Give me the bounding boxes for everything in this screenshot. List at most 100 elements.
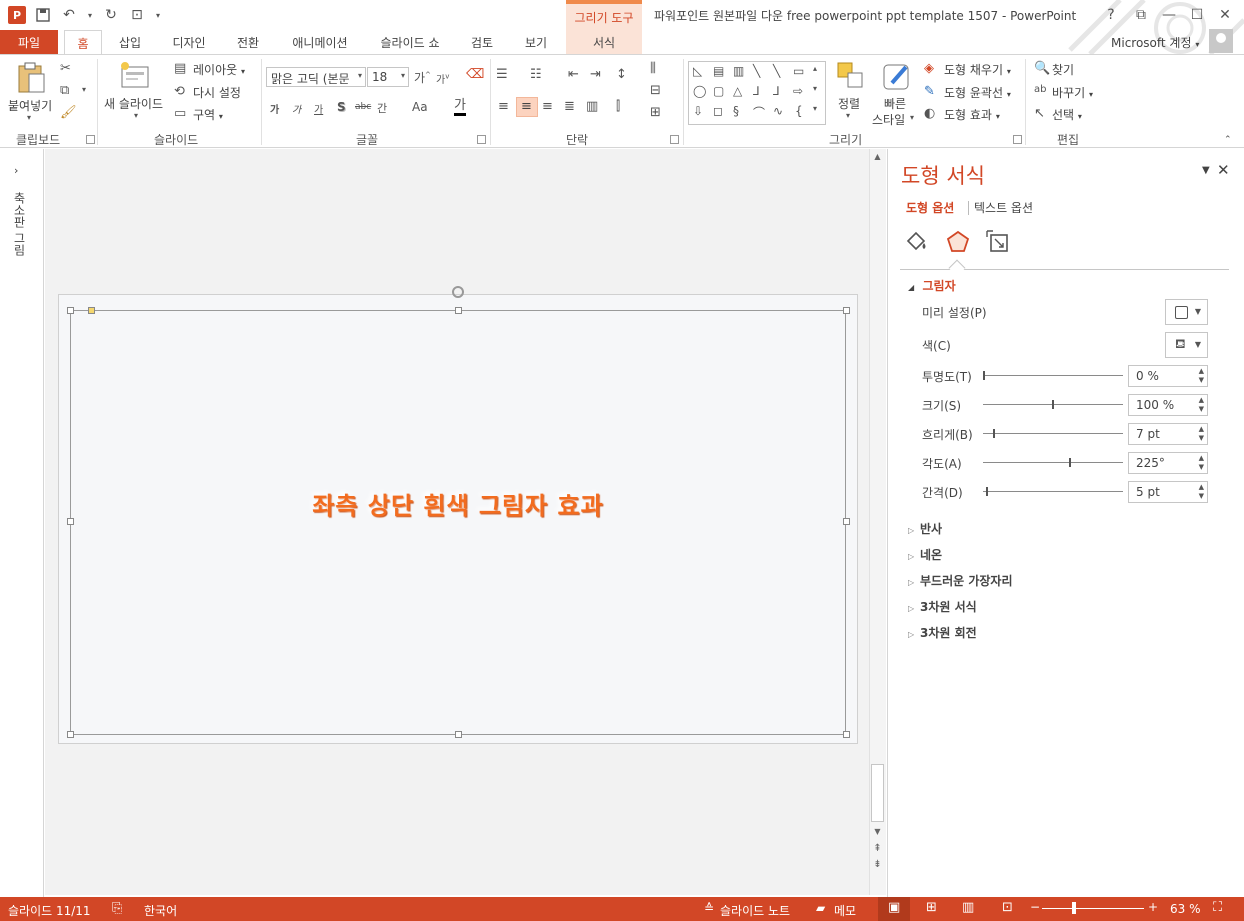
shape-right-arrow-icon[interactable]: ⇨ (793, 84, 803, 98)
expand-thumbnails-icon[interactable]: › (14, 164, 18, 177)
font-launcher-icon[interactable] (477, 135, 486, 144)
quick-styles-icon[interactable] (882, 61, 914, 93)
distance-slider-thumb[interactable] (986, 487, 989, 496)
tab-animations[interactable]: 애니메이션 (282, 30, 358, 54)
ribbon-display-options-icon[interactable]: ⧉ (1130, 4, 1152, 26)
new-slide-button[interactable]: 새 슬라이드 (104, 95, 163, 112)
shape-textbox-icon[interactable]: ▤ (713, 64, 724, 78)
previous-slide-icon[interactable]: ⇞ (871, 843, 884, 854)
resize-handle-bottom-left[interactable] (67, 731, 74, 738)
find-button[interactable]: 찾기 (1052, 61, 1074, 78)
italic-icon[interactable]: 가 (292, 101, 301, 116)
transparency-slider[interactable] (983, 375, 1123, 376)
shape-down-arrow-icon[interactable]: ⇩ (693, 104, 703, 118)
paste-button[interactable]: 붙여넣기 (8, 97, 52, 114)
minimize-icon[interactable]: — (1158, 4, 1180, 26)
shape-isosceles-triangle-icon[interactable]: △ (733, 84, 742, 98)
collapse-ribbon-icon[interactable]: ⌃ (1224, 135, 1232, 145)
tab-transitions[interactable]: 전환 (228, 30, 268, 54)
columns-icon[interactable]: ⫿ (616, 99, 620, 114)
adjustment-handle[interactable] (88, 307, 95, 314)
notes-icon[interactable]: ≙ (704, 901, 714, 915)
section-button[interactable]: 구역 ▾ (193, 106, 223, 123)
tab-shape-options[interactable]: 도형 옵션 (906, 199, 954, 216)
find-icon[interactable]: 🔍 (1034, 61, 1050, 76)
distance-slider[interactable] (983, 491, 1123, 492)
shape-vertical-textbox-icon[interactable]: ▥ (733, 64, 744, 78)
shape-arc-icon[interactable]: ⌒ (753, 104, 765, 121)
section-3d-format[interactable]: ▷ 3차원 서식 (908, 598, 977, 615)
shape-rounded-rect-icon[interactable]: ▢ (713, 84, 724, 98)
preset-dropdown[interactable]: ▼ (1165, 299, 1208, 325)
resize-handle-top-right[interactable] (843, 307, 850, 314)
customize-toolbar-icon[interactable]: ▾ (154, 6, 162, 24)
blur-spinner[interactable]: 7 pt ▲ ▼ (1128, 423, 1208, 445)
powerpoint-logo-icon[interactable]: P (8, 6, 26, 24)
layout-icon[interactable]: ▤ (174, 61, 186, 76)
justify-icon[interactable]: ≣ (564, 99, 575, 114)
transparency-spinner[interactable]: 0 % ▲ ▼ (1128, 365, 1208, 387)
fill-line-icon[interactable] (904, 229, 930, 255)
tab-format[interactable]: 서식 (566, 30, 642, 54)
underline-icon[interactable]: 가 (314, 101, 323, 116)
undo-dropdown-icon[interactable]: ▾ (86, 6, 94, 24)
align-text-icon[interactable]: ⊟ (650, 83, 661, 98)
blur-slider-thumb[interactable] (992, 429, 995, 438)
select-icon[interactable]: ↖ (1034, 106, 1045, 121)
shape-triangle-icon[interactable]: ◺ (693, 64, 702, 78)
decrease-indent-icon[interactable]: ⇤ (568, 67, 579, 82)
shape-line-2-icon[interactable]: ╲ (773, 64, 780, 78)
spinner-arrows-icon[interactable]: ▲ ▼ (1199, 367, 1204, 385)
section-reflection[interactable]: ▷ 반사 (908, 520, 942, 537)
arrange-dropdown-icon[interactable]: ▾ (846, 111, 850, 120)
slideshow-view-icon[interactable]: ⊡ (1002, 900, 1013, 915)
align-left-icon[interactable]: ≡ (498, 99, 509, 114)
paste-dropdown-icon[interactable]: ▾ (27, 113, 31, 122)
shape-fill-icon[interactable]: ◈ (924, 61, 934, 76)
clear-formatting-icon[interactable]: ⌫ (466, 67, 484, 82)
resize-handle-top[interactable] (455, 307, 462, 314)
new-slide-dropdown-icon[interactable]: ▾ (134, 111, 138, 120)
reset-button[interactable]: 다시 설정 (193, 84, 241, 101)
scrollbar-thumb[interactable] (871, 764, 884, 822)
shape-effects-button[interactable]: 도형 효과 ▾ (944, 106, 1000, 123)
resize-handle-bottom[interactable] (455, 731, 462, 738)
shape-elbow-2-icon[interactable]: ⅃ (773, 84, 780, 98)
reset-icon[interactable]: ⟲ (174, 84, 185, 99)
text-shadow-icon[interactable]: S (337, 100, 346, 114)
shapes-gallery[interactable]: ◺ ▤ ▥ ╲ ╲ ▭ ◯ ▢ △ ⅃ ⅃ ⇨ ⇩ ◻ § ⌒ ∿ { ▴ ▾ … (688, 61, 826, 125)
spinner-arrows-icon[interactable]: ▲ ▼ (1199, 396, 1204, 414)
account-menu[interactable]: Microsoft 계정 ▾ (1111, 34, 1199, 51)
selected-textbox[interactable] (70, 310, 846, 735)
align-center-button[interactable]: ≡ (516, 97, 538, 117)
section-3d-rotation[interactable]: ▷ 3차원 회전 (908, 624, 977, 641)
zoom-slider[interactable] (1042, 908, 1144, 909)
tab-file[interactable]: 파일 (0, 30, 58, 54)
undo-icon[interactable]: ↶ (60, 6, 78, 24)
redo-icon[interactable]: ↻ (102, 6, 120, 24)
paste-icon[interactable] (16, 61, 48, 93)
close-window-icon[interactable]: ✕ (1214, 4, 1236, 26)
gallery-scroll-down-icon[interactable]: ▾ (813, 84, 817, 93)
format-painter-icon[interactable]: 🖌 (60, 105, 77, 120)
font-name-select[interactable]: 맑은 고딕 (본문 ▾ (266, 67, 366, 87)
spinner-arrows-icon[interactable]: ▲ ▼ (1199, 483, 1204, 501)
section-icon[interactable]: ▭ (174, 106, 186, 121)
maximize-icon[interactable]: ☐ (1186, 4, 1208, 26)
zoom-slider-thumb[interactable] (1072, 902, 1076, 914)
character-spacing-icon[interactable]: 간 (377, 100, 387, 116)
shape-curve-icon[interactable]: ∿ (773, 104, 783, 118)
shape-line-icon[interactable]: ╲ (753, 64, 760, 78)
tab-review[interactable]: 검토 (462, 30, 502, 54)
replace-icon[interactable]: ab (1034, 84, 1046, 95)
shape-rectangle-icon[interactable]: ▭ (793, 64, 804, 78)
shape-oval-icon[interactable]: ◯ (693, 84, 706, 98)
comments-button[interactable]: 메모 (834, 902, 856, 919)
shape-outline-icon[interactable]: ✎ (924, 84, 935, 99)
start-from-beginning-icon[interactable]: ⊡ (128, 6, 146, 24)
shape-effects-icon[interactable]: ◐ (924, 106, 935, 121)
section-glow[interactable]: ▷ 네온 (908, 546, 942, 563)
cut-icon[interactable]: ✂ (60, 61, 71, 76)
shape-outline-button[interactable]: 도형 윤곽선 ▾ (944, 84, 1011, 101)
bold-icon[interactable]: 가 (270, 101, 279, 116)
